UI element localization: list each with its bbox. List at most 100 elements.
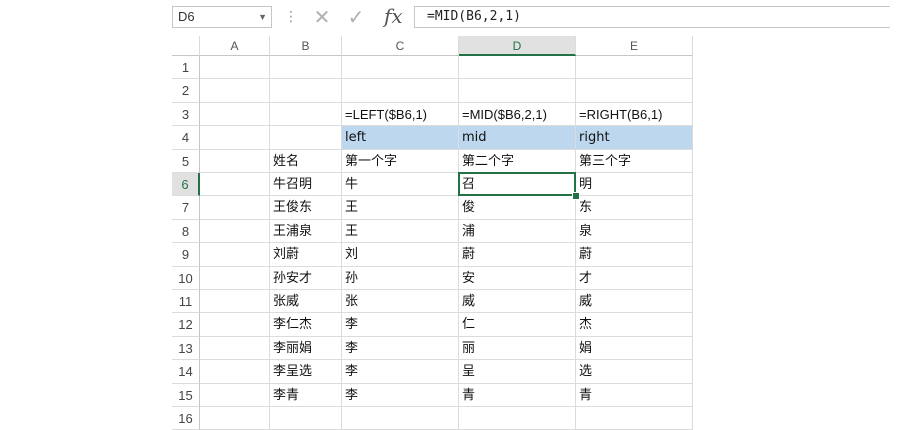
- cell-c6[interactable]: 牛: [342, 173, 459, 197]
- row-header-10[interactable]: 10: [172, 266, 200, 290]
- cell-a7[interactable]: [200, 196, 270, 220]
- insert-function-icon[interactable]: fx: [384, 4, 403, 28]
- row-header-8[interactable]: 8: [172, 219, 200, 244]
- cell-b6[interactable]: 牛召明: [270, 173, 342, 197]
- cell-a11[interactable]: [200, 290, 270, 314]
- enter-icon[interactable]: ✓: [342, 6, 370, 28]
- row-header-16[interactable]: 16: [172, 407, 200, 430]
- fill-handle[interactable]: [572, 192, 580, 201]
- cell-e9[interactable]: 蔚: [576, 243, 693, 267]
- cancel-icon[interactable]: ✕: [308, 6, 336, 28]
- cell-a1[interactable]: [200, 56, 270, 80]
- column-header-c[interactable]: C: [342, 36, 459, 56]
- cell-e4[interactable]: right: [576, 126, 693, 150]
- cell-a14[interactable]: [200, 360, 270, 384]
- cell-b16[interactable]: [270, 407, 342, 430]
- cell-a12[interactable]: [200, 313, 270, 337]
- column-header-e[interactable]: E: [576, 36, 693, 56]
- cell-d5[interactable]: 第二个字: [459, 149, 576, 173]
- cell-c4[interactable]: left: [342, 126, 459, 150]
- column-header-a[interactable]: A: [200, 36, 270, 56]
- formula-input[interactable]: =MID(B6,2,1): [414, 6, 890, 28]
- row-header-6[interactable]: 6: [172, 173, 200, 197]
- cell-a10[interactable]: [200, 266, 270, 290]
- cell-b7[interactable]: 王俊东: [270, 196, 342, 220]
- cell-e15[interactable]: 青: [576, 383, 693, 407]
- cell-a16[interactable]: [200, 407, 270, 430]
- cell-b3[interactable]: [270, 102, 342, 127]
- cell-c15[interactable]: 李: [342, 383, 459, 407]
- cell-d7[interactable]: 俊: [459, 196, 576, 220]
- cell-b4[interactable]: [270, 126, 342, 150]
- cell-d16[interactable]: [459, 407, 576, 430]
- cell-b9[interactable]: 刘蔚: [270, 243, 342, 267]
- cell-b10[interactable]: 孙安才: [270, 266, 342, 290]
- cell-d12[interactable]: 仁: [459, 313, 576, 337]
- cell-a8[interactable]: [200, 219, 270, 244]
- cell-c8[interactable]: 王: [342, 219, 459, 244]
- cell-e10[interactable]: 才: [576, 266, 693, 290]
- cell-c16[interactable]: [342, 407, 459, 430]
- cell-e16[interactable]: [576, 407, 693, 430]
- cell-e5[interactable]: 第三个字: [576, 149, 693, 173]
- cell-c14[interactable]: 李: [342, 360, 459, 384]
- column-header-d[interactable]: D: [459, 36, 576, 56]
- cell-a3[interactable]: [200, 102, 270, 127]
- cell-d1[interactable]: [459, 56, 576, 80]
- cell-c10[interactable]: 孙: [342, 266, 459, 290]
- cell-a13[interactable]: [200, 336, 270, 361]
- cell-b15[interactable]: 李青: [270, 383, 342, 407]
- cell-d4[interactable]: mid: [459, 126, 576, 150]
- row-header-15[interactable]: 15: [172, 383, 200, 407]
- name-box[interactable]: D6 ▼: [172, 6, 272, 28]
- cell-d10[interactable]: 安: [459, 266, 576, 290]
- row-header-12[interactable]: 12: [172, 313, 200, 337]
- cell-a15[interactable]: [200, 383, 270, 407]
- cell-e8[interactable]: 泉: [576, 219, 693, 244]
- cell-e1[interactable]: [576, 56, 693, 80]
- cell-d11[interactable]: 威: [459, 290, 576, 314]
- cell-b8[interactable]: 王浦泉: [270, 219, 342, 244]
- row-header-5[interactable]: 5: [172, 149, 200, 173]
- cell-e14[interactable]: 选: [576, 360, 693, 384]
- row-header-7[interactable]: 7: [172, 196, 200, 220]
- cell-d9[interactable]: 蔚: [459, 243, 576, 267]
- cell-d8[interactable]: 浦: [459, 219, 576, 244]
- cell-a4[interactable]: [200, 126, 270, 150]
- cell-e6[interactable]: 明: [576, 173, 693, 197]
- cell-c2[interactable]: [342, 79, 459, 103]
- cell-c5[interactable]: 第一个字: [342, 149, 459, 173]
- row-header-9[interactable]: 9: [172, 243, 200, 267]
- row-header-11[interactable]: 11: [172, 290, 200, 314]
- cell-d6[interactable]: 召: [459, 173, 576, 197]
- cell-c12[interactable]: 李: [342, 313, 459, 337]
- cell-e7[interactable]: 东: [576, 196, 693, 220]
- cell-c9[interactable]: 刘: [342, 243, 459, 267]
- cell-b2[interactable]: [270, 79, 342, 103]
- row-header-1[interactable]: 1: [172, 56, 200, 80]
- cell-a9[interactable]: [200, 243, 270, 267]
- cell-d13[interactable]: 丽: [459, 336, 576, 361]
- row-header-13[interactable]: 13: [172, 336, 200, 361]
- row-header-14[interactable]: 14: [172, 360, 200, 384]
- cell-c11[interactable]: 张: [342, 290, 459, 314]
- cell-b11[interactable]: 张威: [270, 290, 342, 314]
- cell-e11[interactable]: 威: [576, 290, 693, 314]
- cell-b5[interactable]: 姓名: [270, 149, 342, 173]
- cell-b12[interactable]: 李仁杰: [270, 313, 342, 337]
- row-header-3[interactable]: 3: [172, 102, 200, 127]
- drag-handle-icon[interactable]: ⋮: [284, 6, 298, 28]
- cell-a2[interactable]: [200, 79, 270, 103]
- cell-b14[interactable]: 李呈选: [270, 360, 342, 384]
- cell-a6[interactable]: [200, 173, 270, 197]
- cell-d2[interactable]: [459, 79, 576, 103]
- cell-a5[interactable]: [200, 149, 270, 173]
- row-header-2[interactable]: 2: [172, 79, 200, 103]
- cell-b13[interactable]: 李丽娟: [270, 336, 342, 361]
- cell-e12[interactable]: 杰: [576, 313, 693, 337]
- cell-e2[interactable]: [576, 79, 693, 103]
- cell-d14[interactable]: 呈: [459, 360, 576, 384]
- cell-c3[interactable]: =LEFT($B6,1): [342, 102, 459, 127]
- cell-e3[interactable]: =RIGHT(B6,1): [576, 102, 693, 127]
- cell-c7[interactable]: 王: [342, 196, 459, 220]
